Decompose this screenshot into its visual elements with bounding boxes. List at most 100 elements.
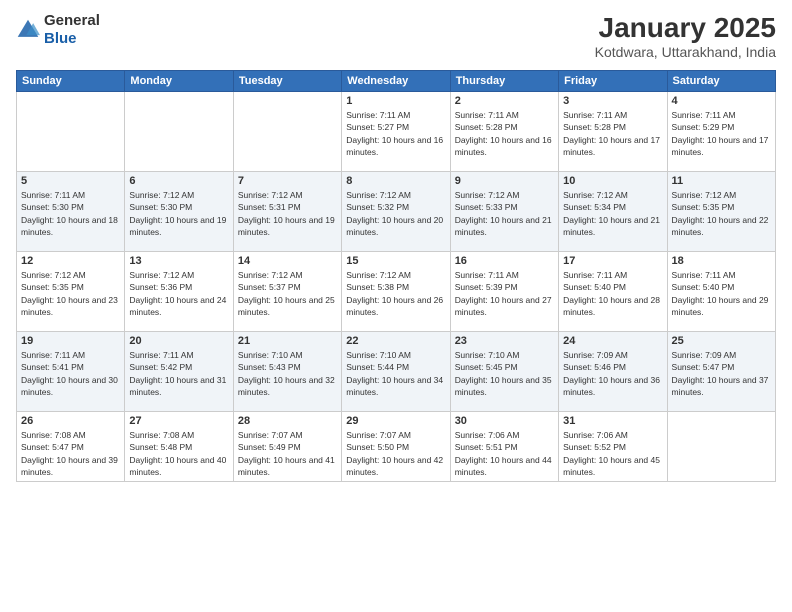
day-detail: Sunrise: 7:11 AM Sunset: 5:27 PM Dayligh… [346, 109, 445, 158]
page: General Blue January 2025 Kotdwara, Utta… [0, 0, 792, 612]
calendar-table: Sunday Monday Tuesday Wednesday Thursday… [16, 70, 776, 482]
day-detail: Sunrise: 7:07 AM Sunset: 5:49 PM Dayligh… [238, 429, 337, 478]
day-number: 28 [238, 415, 337, 427]
day-detail: Sunrise: 7:12 AM Sunset: 5:33 PM Dayligh… [455, 189, 554, 238]
col-monday: Monday [125, 71, 233, 92]
day-detail: Sunrise: 7:11 AM Sunset: 5:42 PM Dayligh… [129, 349, 228, 398]
table-row: 3 Sunrise: 7:11 AM Sunset: 5:28 PM Daylig… [559, 92, 667, 172]
month-title: January 2025 [595, 12, 776, 44]
day-detail: Sunrise: 7:09 AM Sunset: 5:46 PM Dayligh… [563, 349, 662, 398]
day-detail: Sunrise: 7:12 AM Sunset: 5:34 PM Dayligh… [563, 189, 662, 238]
day-number: 24 [563, 335, 662, 347]
table-row: 28 Sunrise: 7:07 AM Sunset: 5:49 PM Dayli… [233, 412, 341, 482]
day-detail: Sunrise: 7:11 AM Sunset: 5:28 PM Dayligh… [455, 109, 554, 158]
day-detail: Sunrise: 7:11 AM Sunset: 5:41 PM Dayligh… [21, 349, 120, 398]
calendar-header-row: Sunday Monday Tuesday Wednesday Thursday… [17, 71, 776, 92]
calendar-week-row: 19 Sunrise: 7:11 AM Sunset: 5:41 PM Dayli… [17, 332, 776, 412]
col-tuesday: Tuesday [233, 71, 341, 92]
logo-text: General Blue [44, 12, 100, 48]
table-row: 18Sunrise: 7:11 AM Sunset: 5:40 PM Dayli… [667, 252, 775, 332]
day-detail: Sunrise: 7:11 AM Sunset: 5:39 PM Dayligh… [455, 269, 554, 318]
col-saturday: Saturday [667, 71, 775, 92]
day-detail: Sunrise: 7:09 AM Sunset: 5:47 PM Dayligh… [672, 349, 771, 398]
table-row: 2 Sunrise: 7:11 AM Sunset: 5:28 PM Daylig… [450, 92, 558, 172]
day-number: 29 [346, 415, 445, 427]
day-number: 5 [21, 175, 120, 187]
table-row: 26Sunrise: 7:08 AM Sunset: 5:47 PM Dayli… [17, 412, 125, 482]
day-number: 23 [455, 335, 554, 347]
table-row: 16Sunrise: 7:11 AM Sunset: 5:39 PM Dayli… [450, 252, 558, 332]
day-number: 20 [129, 335, 228, 347]
day-number: 25 [672, 335, 771, 347]
day-number: 17 [563, 255, 662, 267]
day-number: 2 [455, 95, 554, 107]
day-detail: Sunrise: 7:12 AM Sunset: 5:37 PM Dayligh… [238, 269, 337, 318]
table-row: 29 Sunrise: 7:07 AM Sunset: 5:50 PM Dayli… [342, 412, 450, 482]
col-friday: Friday [559, 71, 667, 92]
day-number: 12 [21, 255, 120, 267]
day-number: 13 [129, 255, 228, 267]
day-detail: Sunrise: 7:10 AM Sunset: 5:45 PM Dayligh… [455, 349, 554, 398]
day-number: 3 [563, 95, 662, 107]
day-detail: Sunrise: 7:12 AM Sunset: 5:38 PM Dayligh… [346, 269, 445, 318]
col-sunday: Sunday [17, 71, 125, 92]
day-detail: Sunrise: 7:07 AM Sunset: 5:50 PM Dayligh… [346, 429, 445, 478]
logo-blue: Blue [44, 30, 100, 48]
title-block: January 2025 Kotdwara, Uttarakhand, Indi… [595, 12, 776, 60]
table-row [667, 412, 775, 482]
table-row: 22 Sunrise: 7:10 AM Sunset: 5:44 PM Dayli… [342, 332, 450, 412]
day-detail: Sunrise: 7:06 AM Sunset: 5:51 PM Dayligh… [455, 429, 554, 478]
table-row: 9Sunrise: 7:12 AM Sunset: 5:33 PM Daylig… [450, 172, 558, 252]
table-row: 24 Sunrise: 7:09 AM Sunset: 5:46 PM Dayli… [559, 332, 667, 412]
day-detail: Sunrise: 7:11 AM Sunset: 5:30 PM Dayligh… [21, 189, 120, 238]
table-row: 13 Sunrise: 7:12 AM Sunset: 5:36 PM Dayli… [125, 252, 233, 332]
table-row: 11Sunrise: 7:12 AM Sunset: 5:35 PM Dayli… [667, 172, 775, 252]
table-row: 1 Sunrise: 7:11 AM Sunset: 5:27 PM Daylig… [342, 92, 450, 172]
calendar-week-row: 5 Sunrise: 7:11 AM Sunset: 5:30 PM Daylig… [17, 172, 776, 252]
calendar-week-row: 1 Sunrise: 7:11 AM Sunset: 5:27 PM Daylig… [17, 92, 776, 172]
table-row: 7 Sunrise: 7:12 AM Sunset: 5:31 PM Daylig… [233, 172, 341, 252]
day-detail: Sunrise: 7:12 AM Sunset: 5:36 PM Dayligh… [129, 269, 228, 318]
header: General Blue January 2025 Kotdwara, Utta… [16, 12, 776, 60]
day-number: 6 [129, 175, 228, 187]
day-detail: Sunrise: 7:06 AM Sunset: 5:52 PM Dayligh… [563, 429, 662, 478]
day-detail: Sunrise: 7:10 AM Sunset: 5:43 PM Dayligh… [238, 349, 337, 398]
day-detail: Sunrise: 7:12 AM Sunset: 5:35 PM Dayligh… [21, 269, 120, 318]
table-row: 8 Sunrise: 7:12 AM Sunset: 5:32 PM Daylig… [342, 172, 450, 252]
logo-icon [16, 18, 40, 42]
day-number: 1 [346, 95, 445, 107]
day-number: 14 [238, 255, 337, 267]
table-row: 19 Sunrise: 7:11 AM Sunset: 5:41 PM Dayli… [17, 332, 125, 412]
day-detail: Sunrise: 7:10 AM Sunset: 5:44 PM Dayligh… [346, 349, 445, 398]
day-number: 18 [672, 255, 771, 267]
day-detail: Sunrise: 7:12 AM Sunset: 5:32 PM Dayligh… [346, 189, 445, 238]
day-detail: Sunrise: 7:08 AM Sunset: 5:47 PM Dayligh… [21, 429, 120, 478]
day-detail: Sunrise: 7:08 AM Sunset: 5:48 PM Dayligh… [129, 429, 228, 478]
table-row: 17 Sunrise: 7:11 AM Sunset: 5:40 PM Dayli… [559, 252, 667, 332]
day-number: 8 [346, 175, 445, 187]
table-row: 20 Sunrise: 7:11 AM Sunset: 5:42 PM Dayli… [125, 332, 233, 412]
location-title: Kotdwara, Uttarakhand, India [595, 44, 776, 60]
day-number: 19 [21, 335, 120, 347]
day-detail: Sunrise: 7:11 AM Sunset: 5:28 PM Dayligh… [563, 109, 662, 158]
calendar-week-row: 26Sunrise: 7:08 AM Sunset: 5:47 PM Dayli… [17, 412, 776, 482]
day-number: 22 [346, 335, 445, 347]
table-row: 10Sunrise: 7:12 AM Sunset: 5:34 PM Dayli… [559, 172, 667, 252]
day-detail: Sunrise: 7:11 AM Sunset: 5:40 PM Dayligh… [563, 269, 662, 318]
day-number: 21 [238, 335, 337, 347]
day-number: 30 [455, 415, 554, 427]
table-row: 31Sunrise: 7:06 AM Sunset: 5:52 PM Dayli… [559, 412, 667, 482]
day-detail: Sunrise: 7:12 AM Sunset: 5:31 PM Dayligh… [238, 189, 337, 238]
table-row: 30 Sunrise: 7:06 AM Sunset: 5:51 PM Dayli… [450, 412, 558, 482]
table-row: 23 Sunrise: 7:10 AM Sunset: 5:45 PM Dayli… [450, 332, 558, 412]
day-number: 15 [346, 255, 445, 267]
logo-general: General [44, 12, 100, 30]
day-detail: Sunrise: 7:11 AM Sunset: 5:29 PM Dayligh… [672, 109, 771, 158]
day-number: 7 [238, 175, 337, 187]
day-number: 27 [129, 415, 228, 427]
table-row: 27 Sunrise: 7:08 AM Sunset: 5:48 PM Dayli… [125, 412, 233, 482]
col-wednesday: Wednesday [342, 71, 450, 92]
table-row: 5 Sunrise: 7:11 AM Sunset: 5:30 PM Daylig… [17, 172, 125, 252]
calendar-week-row: 12 Sunrise: 7:12 AM Sunset: 5:35 PM Dayli… [17, 252, 776, 332]
table-row: 4Sunrise: 7:11 AM Sunset: 5:29 PM Daylig… [667, 92, 775, 172]
